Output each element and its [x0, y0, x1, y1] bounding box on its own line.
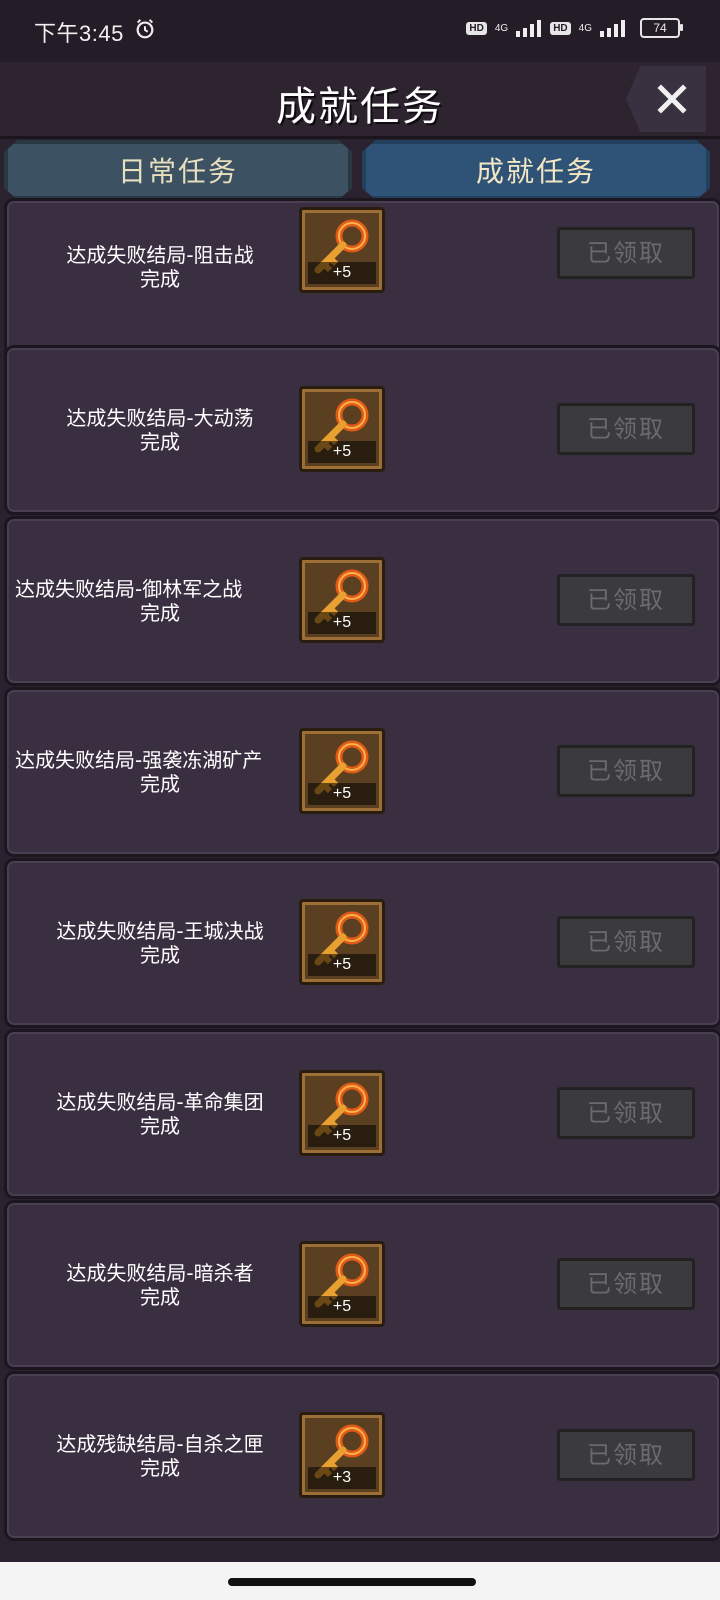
reward-item[interactable]: +5 — [299, 728, 385, 814]
home-indicator[interactable] — [228, 1578, 476, 1586]
claimed-button[interactable]: 已领取 — [557, 916, 695, 968]
reward-item[interactable]: +3 — [299, 1412, 385, 1498]
task-name: 达成失败结局-王城决战 — [56, 919, 264, 943]
battery-icon: 74 — [640, 18, 683, 38]
tab-daily-tasks[interactable]: 日常任务 — [4, 140, 352, 200]
claimed-button[interactable]: 已领取 — [557, 1258, 695, 1310]
reward-quantity: +5 — [308, 954, 376, 976]
tab-bar: 日常任务 成就任务 — [0, 140, 720, 204]
reward-item[interactable]: +5 — [299, 557, 385, 643]
task-name: 达成失败结局-暗杀者 — [66, 1261, 254, 1285]
task-status: 完成 — [140, 772, 180, 796]
close-icon — [657, 84, 687, 114]
task-status: 完成 — [140, 601, 180, 625]
task-card: 达成失败结局-革命集团 完成 +5 已领取 — [4, 1029, 720, 1199]
network-label: 4G — [578, 22, 592, 34]
task-status: 完成 — [140, 1285, 180, 1309]
claimed-button[interactable]: 已领取 — [557, 574, 695, 626]
task-text: 达成失败结局-阻击战 完成 — [15, 207, 305, 327]
header: 成就任务 — [0, 62, 720, 139]
hd-badge: HD — [550, 21, 571, 35]
reward-item[interactable]: +5 — [299, 207, 385, 293]
task-name: 达成失败结局-御林军之战 — [15, 577, 243, 601]
reward-quantity: +3 — [308, 1467, 376, 1489]
reward-quantity: +5 — [308, 612, 376, 634]
status-time: 下午3:45 — [34, 21, 124, 46]
task-status: 完成 — [140, 267, 180, 291]
close-button[interactable] — [626, 66, 706, 132]
task-status: 完成 — [140, 1456, 180, 1480]
task-card: 达成失败结局-王城决战 完成 +5 已领取 — [4, 858, 720, 1028]
task-name: 达成失败结局-阻击战 — [66, 243, 254, 267]
task-card: 达成失败结局-阻击战 完成 +5 已领取 — [4, 198, 720, 368]
hd-badge: HD — [466, 21, 487, 35]
claimed-button[interactable]: 已领取 — [557, 745, 695, 797]
battery-level: 74 — [653, 21, 667, 35]
reward-item[interactable]: +5 — [299, 1070, 385, 1156]
page-title: 成就任务 — [276, 84, 444, 130]
task-card: 达成失败结局-大动荡 完成 +5 已领取 — [4, 345, 720, 515]
task-text: 达成失败结局-暗杀者 完成 — [15, 1203, 305, 1367]
reward-quantity: +5 — [308, 262, 376, 284]
claimed-button[interactable]: 已领取 — [557, 227, 695, 279]
status-right: HD 4G HD 4G 74 — [466, 18, 683, 38]
task-name: 达成失败结局-革命集团 — [56, 1090, 264, 1114]
alarm-icon — [136, 19, 154, 39]
task-text: 达成失败结局-御林军之战 完成 — [15, 519, 305, 683]
task-text: 达成失败结局-革命集团 完成 — [15, 1032, 305, 1196]
signal-icon — [516, 20, 542, 37]
task-text: 达成失败结局-强袭冻湖矿产 完成 — [15, 690, 305, 854]
task-name: 达成残缺结局-自杀之匣 — [56, 1432, 264, 1456]
claimed-button[interactable]: 已领取 — [557, 1087, 695, 1139]
network-label: 4G — [494, 22, 509, 34]
reward-item[interactable]: +5 — [299, 386, 385, 472]
claimed-button[interactable]: 已领取 — [557, 403, 695, 455]
reward-quantity: +5 — [308, 783, 376, 805]
task-status: 完成 — [140, 1114, 180, 1138]
task-card: 达成残缺结局-自杀之匣 完成 +3 已领取 — [4, 1371, 720, 1541]
task-text: 达成失败结局-大动荡 完成 — [15, 348, 305, 512]
task-name: 达成失败结局-大动荡 — [66, 406, 254, 430]
task-status: 完成 — [140, 430, 180, 454]
reward-item[interactable]: +5 — [299, 1241, 385, 1327]
signal-icon — [600, 20, 625, 37]
reward-quantity: +5 — [308, 1125, 376, 1147]
status-bar: 下午3:45 HD 4G HD 4G 74 — [0, 0, 720, 62]
claimed-button[interactable]: 已领取 — [557, 1429, 695, 1481]
task-status: 完成 — [140, 943, 180, 967]
reward-item[interactable]: +5 — [299, 899, 385, 985]
task-card: 达成失败结局-强袭冻湖矿产 完成 +5 已领取 — [4, 687, 720, 857]
task-name: 达成失败结局-强袭冻湖矿产 — [15, 748, 263, 772]
reward-quantity: +5 — [308, 1296, 376, 1318]
task-text: 达成失败结局-王城决战 完成 — [15, 861, 305, 1025]
tab-achievement-tasks[interactable]: 成就任务 — [362, 140, 710, 200]
task-card: 达成失败结局-暗杀者 完成 +5 已领取 — [4, 1200, 720, 1370]
reward-quantity: +5 — [308, 441, 376, 463]
task-card: 达成失败结局-御林军之战 完成 +5 已领取 — [4, 516, 720, 686]
task-text: 达成残缺结局-自杀之匣 完成 — [15, 1374, 305, 1538]
